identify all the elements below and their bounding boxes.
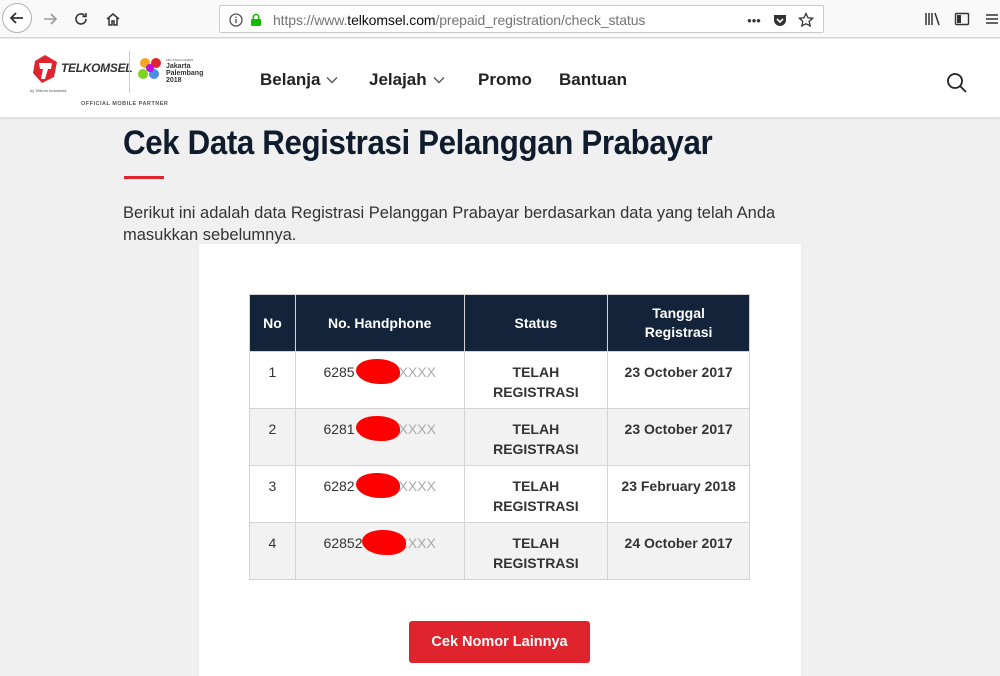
redaction-mark bbox=[356, 473, 401, 498]
reload-button[interactable] bbox=[67, 5, 95, 33]
back-button[interactable] bbox=[2, 3, 32, 33]
header-phone: No. Handphone bbox=[294, 294, 465, 352]
hamburger-icon bbox=[986, 14, 998, 24]
status-label: TELAH REGISTRASI bbox=[493, 421, 579, 457]
cell-no: 3 bbox=[249, 465, 296, 523]
address-bar[interactable]: https://www.telkomsel.com/prepaid_regist… bbox=[219, 5, 824, 33]
asian-games-text: Jakarta Palembang 2018 bbox=[166, 63, 204, 84]
table-row: 2 6281 XXXX TELAH REGISTRASI 23 October 2… bbox=[249, 408, 750, 466]
page-actions-icon[interactable]: ••• bbox=[742, 10, 766, 30]
phone-suffix: XXXX bbox=[398, 478, 436, 494]
cell-date: 23 October 2017 bbox=[607, 351, 750, 409]
redaction-mark bbox=[356, 416, 401, 441]
header-no: No bbox=[249, 294, 296, 352]
site-header: TELKOMSEL by Telkom Indonesia 18th ASIAN… bbox=[0, 39, 1000, 117]
cell-no: 4 bbox=[249, 522, 296, 580]
header-date: Tanggal Registrasi bbox=[607, 294, 750, 352]
logo-tagline: by Telkom Indonesia bbox=[30, 88, 67, 93]
cell-phone: 6281 XXXX bbox=[294, 408, 465, 466]
phone-suffix: XXXX bbox=[398, 364, 436, 380]
forward-button[interactable] bbox=[36, 5, 64, 33]
phone-suffix: XXXX bbox=[398, 421, 436, 437]
phone-prefix: 6285 bbox=[323, 364, 355, 380]
phone-number: 6285 XXXX bbox=[323, 359, 436, 384]
official-partner-text: OFFICIAL MOBILE PARTNER bbox=[81, 101, 169, 107]
chevron-down-icon bbox=[433, 77, 445, 84]
arrow-left-icon bbox=[9, 12, 23, 24]
asian-games-emblem-icon bbox=[138, 58, 161, 79]
phone-number: 6281 XXXX bbox=[323, 416, 436, 441]
nav-bantuan[interactable]: Bantuan bbox=[559, 70, 627, 90]
table-row: 4 62852 XXXX TELAH REGISTRASI 24 October … bbox=[249, 522, 750, 580]
menu-button[interactable] bbox=[978, 5, 1000, 33]
phone-prefix: 62852 bbox=[323, 535, 363, 551]
telkomsel-logo[interactable]: TELKOMSEL by Telkom Indonesia 18th ASIAN… bbox=[28, 51, 228, 111]
cell-status: TELAH REGISTRASI bbox=[463, 408, 609, 466]
status-label: TELAH REGISTRASI bbox=[493, 535, 579, 571]
cell-phone: 6282 XXXX bbox=[294, 465, 465, 523]
table-row: 1 6285 XXXX TELAH REGISTRASI 23 October 2… bbox=[249, 351, 750, 409]
table-row: 3 6282 XXXX TELAH REGISTRASI 23 February … bbox=[249, 465, 750, 523]
nav-label: Jelajah bbox=[369, 70, 427, 89]
redaction-mark bbox=[356, 359, 401, 384]
nav-label: Bantuan bbox=[559, 70, 627, 89]
info-icon[interactable] bbox=[226, 10, 246, 30]
cell-no: 1 bbox=[249, 351, 296, 409]
home-button[interactable] bbox=[99, 5, 127, 33]
url-text[interactable]: https://www.telkomsel.com/prepaid_regist… bbox=[273, 12, 645, 28]
library-button[interactable] bbox=[919, 5, 947, 33]
nav-jelajah[interactable]: Jelajah bbox=[369, 70, 445, 90]
title-underline bbox=[124, 176, 164, 179]
lock-icon[interactable] bbox=[246, 10, 266, 30]
registration-table: No No. Handphone Status Tanggal Registra… bbox=[249, 294, 750, 580]
check-another-number-button[interactable]: Cek Nomor Lainnya bbox=[409, 621, 590, 663]
nav-belanja[interactable]: Belanja bbox=[260, 70, 338, 90]
library-icon bbox=[925, 12, 940, 26]
cell-status: TELAH REGISTRASI bbox=[463, 465, 609, 523]
telkomsel-logo-icon bbox=[33, 55, 57, 83]
logo-divider bbox=[129, 51, 130, 93]
phone-prefix: 6282 bbox=[323, 478, 355, 494]
table-header-row: No No. Handphone Status Tanggal Registra… bbox=[249, 294, 750, 352]
home-icon bbox=[106, 13, 120, 26]
cell-no: 2 bbox=[249, 408, 296, 466]
nav-label: Belanja bbox=[260, 70, 321, 89]
url-prefix: https://www. bbox=[273, 12, 348, 28]
reload-icon bbox=[75, 13, 87, 25]
header-date-label: Tanggal Registrasi bbox=[644, 305, 713, 340]
search-button[interactable] bbox=[945, 71, 969, 95]
nav-label: Promo bbox=[478, 70, 532, 89]
search-icon bbox=[947, 73, 967, 93]
asian-games-small-text: 18th ASIAN GAMES bbox=[166, 58, 194, 62]
phone-prefix: 6281 bbox=[323, 421, 355, 437]
nav-promo[interactable]: Promo bbox=[478, 70, 532, 90]
page-title: Cek Data Registrasi Pelanggan Prabayar bbox=[123, 124, 713, 162]
chevron-down-icon bbox=[326, 77, 338, 84]
arrow-right-icon bbox=[44, 13, 58, 25]
bookmark-star-icon[interactable] bbox=[796, 10, 816, 30]
logo-text: TELKOMSEL bbox=[61, 61, 133, 75]
browser-toolbar: https://www.telkomsel.com/prepaid_regist… bbox=[0, 0, 1000, 38]
status-label: TELAH REGISTRASI bbox=[493, 478, 579, 514]
intro-text: Berikut ini adalah data Registrasi Pelan… bbox=[123, 204, 776, 244]
url-path: /prepaid_registration/check_status bbox=[435, 12, 646, 28]
url-domain: telkomsel.com bbox=[347, 12, 436, 28]
header-status: Status bbox=[463, 294, 609, 352]
redaction-mark bbox=[361, 530, 406, 555]
pocket-icon[interactable] bbox=[770, 10, 790, 30]
cell-phone: 62852 XXXX bbox=[294, 522, 465, 580]
cell-date: 24 October 2017 bbox=[607, 522, 750, 580]
phone-number: 6282 XXXX bbox=[323, 473, 436, 498]
cell-date: 23 February 2018 bbox=[607, 465, 750, 523]
status-label: TELAH REGISTRASI bbox=[493, 364, 579, 400]
sidebar-button[interactable] bbox=[948, 5, 976, 33]
cell-status: TELAH REGISTRASI bbox=[463, 351, 609, 409]
cell-phone: 6285 XXXX bbox=[294, 351, 465, 409]
sidebar-icon bbox=[954, 12, 970, 26]
cell-date: 23 October 2017 bbox=[607, 408, 750, 466]
cell-status: TELAH REGISTRASI bbox=[463, 522, 609, 580]
phone-number: 62852 XXXX bbox=[323, 530, 436, 555]
